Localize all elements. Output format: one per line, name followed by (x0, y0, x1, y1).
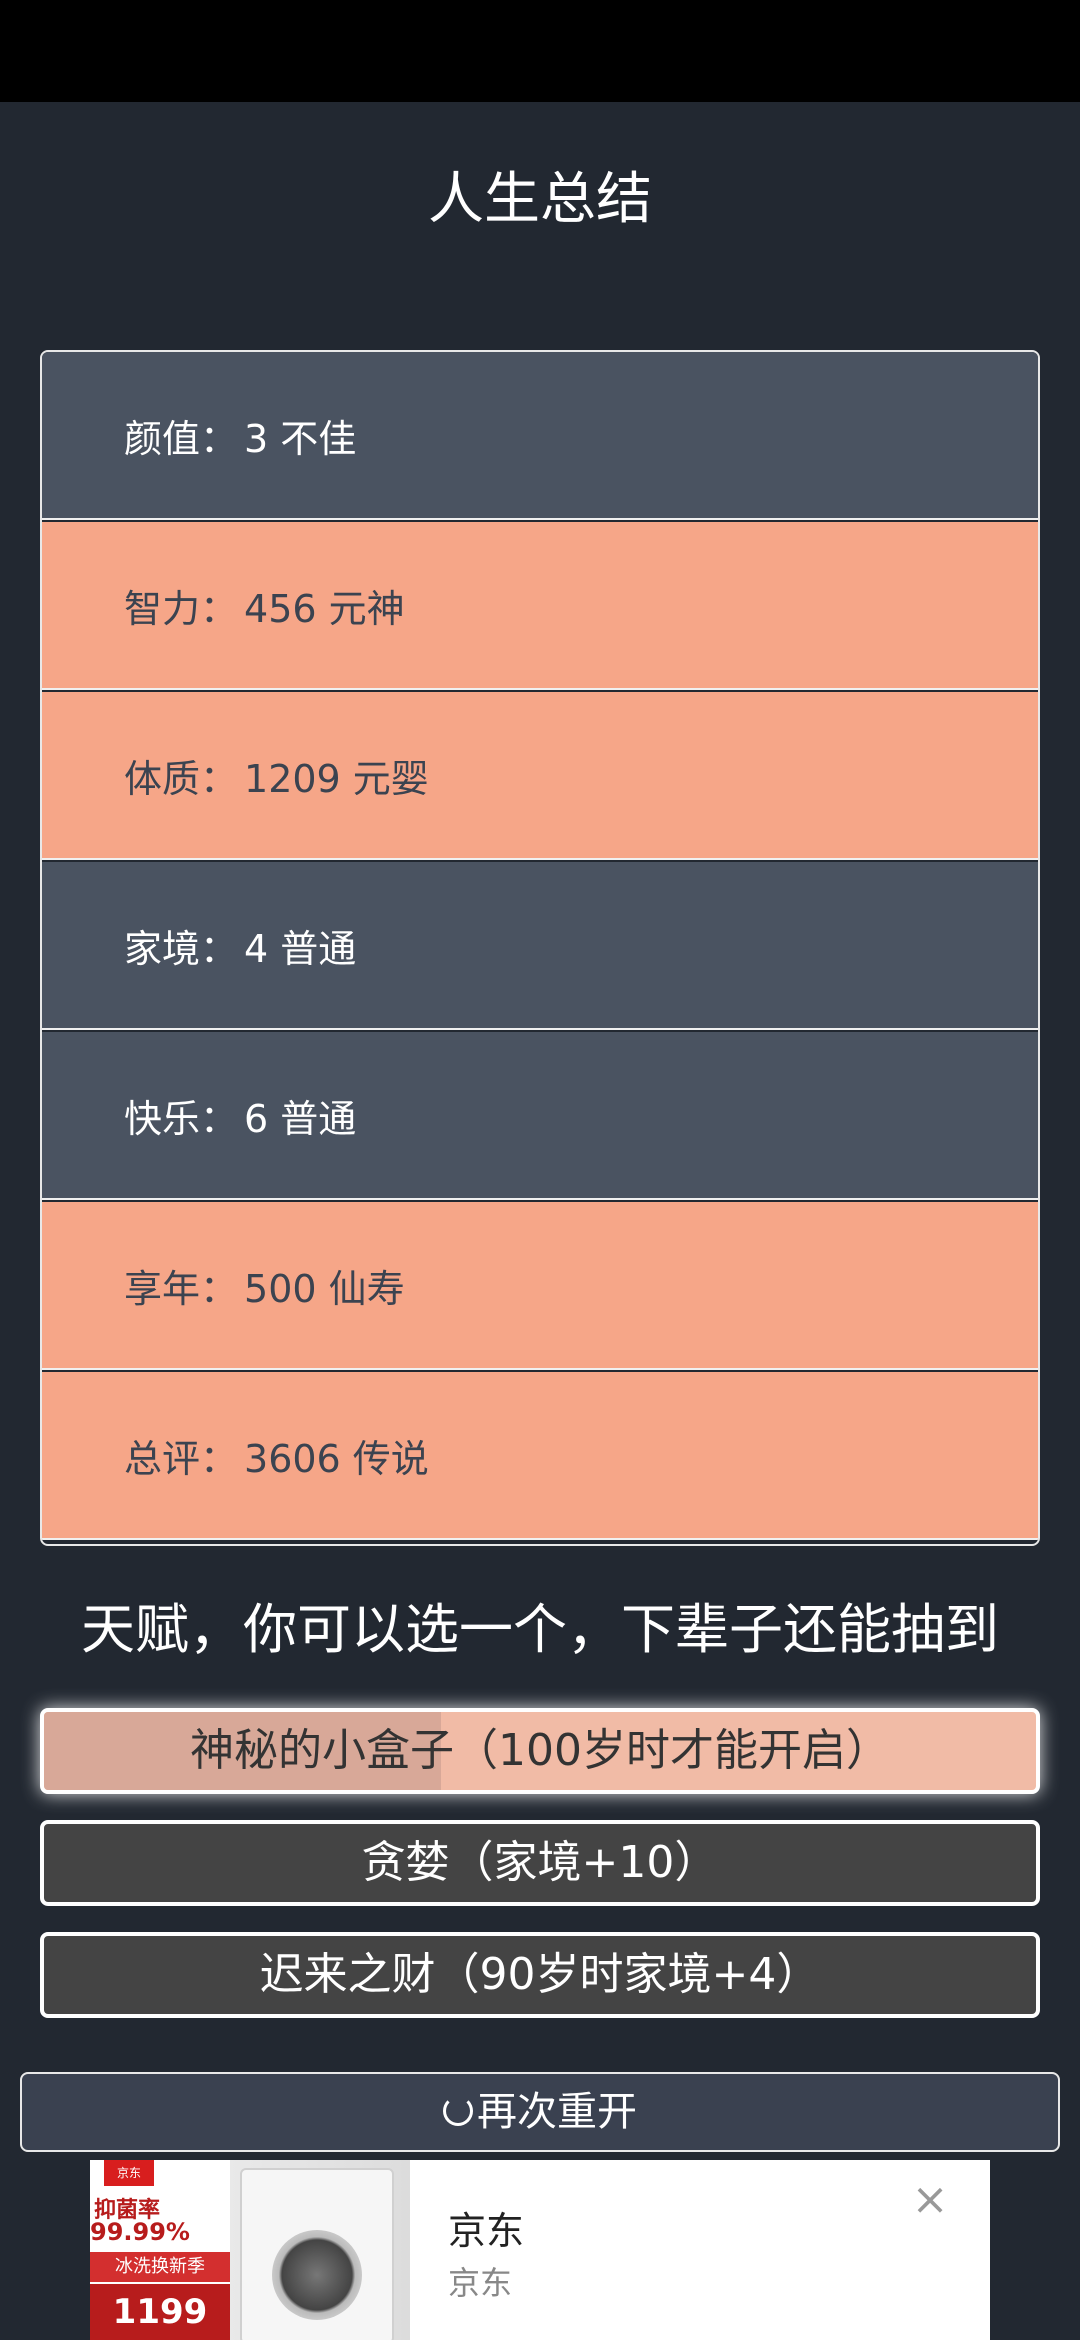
washer-door (272, 2230, 362, 2320)
stat-row-appearance: 颜值： 3 不佳 (42, 352, 1038, 520)
stat-row-happiness: 快乐： 6 普通 (42, 1032, 1038, 1200)
stat-row-intelligence: 智力： 456 元神 (42, 522, 1038, 690)
stat-label: 颜值： (124, 416, 239, 461)
stat-value: 500 仙寿 (244, 1266, 405, 1311)
ad-promo-price: 1199 (90, 2284, 230, 2340)
talent-option-late-fortune[interactable]: 迟来之财（90岁时家境+4） (40, 1932, 1040, 2018)
ad-banner[interactable]: 京东 抑菌率 99.99% 冰洗换新季 1199 京东 京东 × (90, 2160, 990, 2340)
stat-value: 3606 传说 (244, 1436, 429, 1481)
stat-value: 1209 元婴 (244, 756, 429, 801)
restart-button[interactable]: 再次重开 (20, 2072, 1060, 2152)
talent-option-label: 神秘的小盒子（100岁时才能开启） (190, 1725, 890, 1776)
ad-promo-line: 冰洗换新季 (90, 2252, 230, 2282)
stats-panel: 颜值： 3 不佳 智力： 456 元神 体质： 1209 元婴 家境： 4 普通 快乐：… (40, 350, 1040, 1546)
ad-subtitle: 京东 (448, 2264, 513, 2302)
ad-promo-line: 99.99% (90, 2218, 190, 2246)
talent-heading: 天赋，你可以选一个，下辈子还能抽到 (81, 1598, 999, 1661)
stat-row-constitution: 体质： 1209 元婴 (42, 692, 1038, 860)
stat-row-family: 家境： 4 普通 (42, 862, 1038, 1030)
stat-value: 4 普通 (244, 926, 357, 971)
talent-option-mystery-box[interactable]: 神秘的小盒子（100岁时才能开启） (40, 1708, 1040, 1794)
stat-row-overall: 总评： 3606 传说 (42, 1372, 1038, 1540)
stat-value: 3 不佳 (244, 416, 357, 461)
loading-spinner-icon (443, 2096, 473, 2126)
stat-label: 智力： (124, 586, 239, 631)
ad-brand-badge: 京东 (104, 2160, 154, 2186)
close-icon[interactable]: × (910, 2178, 950, 2222)
stat-value: 6 普通 (244, 1096, 357, 1141)
talent-option-label: 迟来之财（90岁时家境+4） (259, 1949, 821, 2000)
stat-label: 快乐： (124, 1096, 239, 1141)
stat-label: 享年： (124, 1266, 239, 1311)
page-title: 人生总结 (428, 167, 652, 232)
status-bar (0, 0, 1080, 102)
ad-image[interactable]: 京东 抑菌率 99.99% 冰洗换新季 1199 (90, 2160, 410, 2340)
talent-option-label: 贪婪（家境+10） (361, 1837, 719, 1888)
ad-promo: 京东 抑菌率 99.99% 冰洗换新季 1199 (90, 2160, 230, 2340)
stat-row-lifespan: 享年： 500 仙寿 (42, 1202, 1038, 1370)
stat-value: 456 元神 (244, 586, 405, 631)
washing-machine-image (240, 2168, 394, 2340)
restart-label: 再次重开 (477, 2089, 637, 2135)
stat-label: 总评： (124, 1436, 239, 1481)
stat-label: 家境： (124, 926, 239, 971)
talent-option-greed[interactable]: 贪婪（家境+10） (40, 1820, 1040, 1906)
ad-title[interactable]: 京东 (448, 2200, 524, 2255)
stat-label: 体质： (124, 756, 239, 801)
